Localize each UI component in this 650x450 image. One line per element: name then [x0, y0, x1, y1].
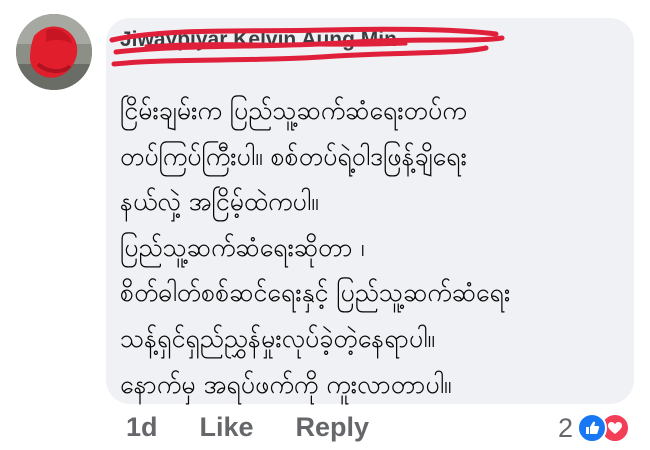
like-button[interactable]: Like: [200, 412, 254, 443]
comment-text-line: နယ်လှဲ့ အငြိမ့်ထဲကပါ။: [120, 187, 319, 217]
avatar[interactable]: [16, 14, 92, 90]
comment-item: Jiwaypiyar Kelvin Aung Min ငြိမ်းချမ်းက …: [0, 0, 650, 450]
comment-text: ငြိမ်းချမ်းက ပြည်သူ့ဆက်ဆံရေးတပ်က တပ်ကြပ်…: [120, 88, 620, 407]
comment-timestamp[interactable]: 1d: [126, 412, 158, 443]
comment-text-line: နောက်မှ အရပ်ဖက်ကို ကူးလာတာပါ။: [120, 369, 452, 399]
avatar-image: [16, 14, 92, 90]
reply-button[interactable]: Reply: [296, 412, 370, 443]
comment-bubble: Jiwaypiyar Kelvin Aung Min ငြိမ်းချမ်းက …: [106, 18, 634, 404]
comment-text-line: တပ်ကြပ်ကြီးပါ။ စစ်တပ်ရဲ့ဝါဒဖြန့်ချိရေး: [120, 141, 467, 171]
reaction-count: 2: [557, 412, 573, 443]
comment-text-line: ပြည်သူ့ဆက်ဆံရေးဆိုတာ ၊: [120, 232, 365, 262]
reaction-summary[interactable]: 2: [558, 412, 630, 444]
comment-actions: 1d Like Reply: [126, 410, 369, 444]
comment-text-line: သန့်ရှင်ရှည်ညွှန်မှုးလုပ်ခဲ့တဲ့နေရာပါ။: [120, 323, 435, 353]
like-reaction-icon: [577, 413, 607, 443]
comment-text-line: စိတ်ဓါတ်စစ်ဆင်ရေးနှင့် ပြည်သူ့ဆက်ဆံရေး: [120, 278, 511, 308]
comment-author-name[interactable]: Jiwaypiyar Kelvin Aung Min: [120, 28, 397, 52]
comment-text-line: ငြိမ်းချမ်းက ပြည်သူ့ဆက်ဆံရေးတပ်က: [120, 96, 467, 125]
